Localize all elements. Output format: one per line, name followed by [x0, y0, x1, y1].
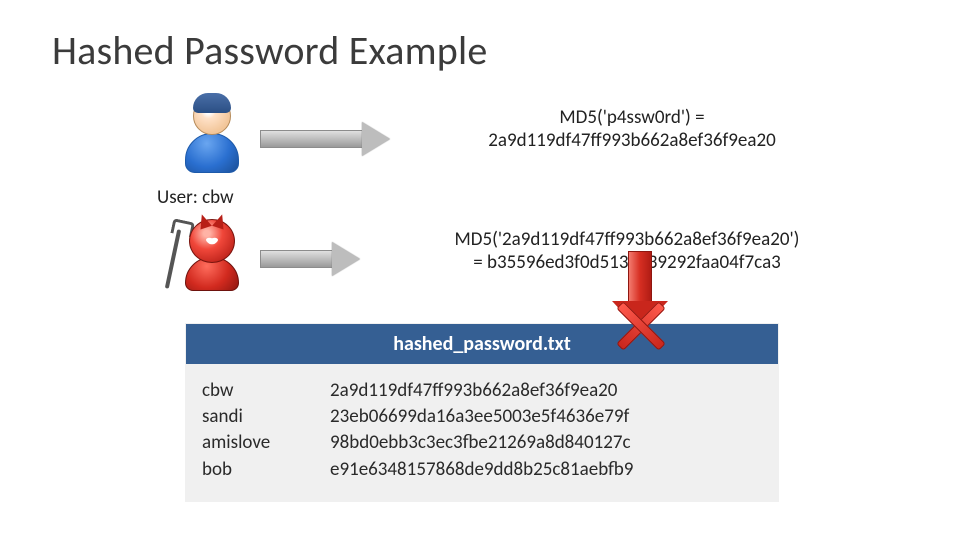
user-label: User: cbw — [157, 186, 234, 209]
page-title: Hashed Password Example — [52, 26, 487, 75]
table-cell-hash: 2a9d119df47ff993b662a8ef36f9ea20 — [330, 378, 762, 404]
table-cell-user: bob — [202, 457, 330, 483]
md5-user-line2: 2a9d119df47ff993b662a8ef36f9ea20 — [412, 129, 852, 152]
md5-user-hash: MD5('p4ssw0rd') = 2a9d119df47ff993b662a8… — [412, 106, 852, 152]
table-cell-user: amislove — [202, 430, 330, 456]
table-cell-user: cbw — [202, 378, 330, 404]
arrow-right-icon — [260, 244, 360, 274]
table-cell-hash: 23eb06699da16a3ee5003e5f4636e79f — [330, 404, 762, 430]
slide: Hashed Password Example User: cbw MD5('p… — [0, 0, 960, 540]
table-cell-hash: e91e6348157868de9dd8b25c81aebfb9 — [330, 457, 762, 483]
table-col-hashes: 2a9d119df47ff993b662a8ef36f9ea20 23eb066… — [330, 378, 762, 483]
table-body: cbw sandi amislove bob 2a9d119df47ff993b… — [186, 364, 778, 501]
table-col-users: cbw sandi amislove bob — [202, 378, 330, 483]
user-avatar-icon — [179, 95, 245, 177]
red-x-icon — [614, 300, 666, 352]
table-cell-user: sandi — [202, 404, 330, 430]
table-cell-hash: 98bd0ebb3c3ec3fbe21269a8d840127c — [330, 430, 762, 456]
md5-attacker-line1: MD5('2a9d119df47ff993b662a8ef36f9ea20') — [362, 228, 892, 251]
arrow-right-icon — [260, 124, 390, 154]
md5-user-line1: MD5('p4ssw0rd') = — [412, 106, 852, 129]
password-file-table: hashed_password.txt cbw sandi amislove b… — [186, 324, 778, 501]
devil-attacker-icon — [179, 215, 245, 293]
table-header: hashed_password.txt — [186, 324, 778, 364]
